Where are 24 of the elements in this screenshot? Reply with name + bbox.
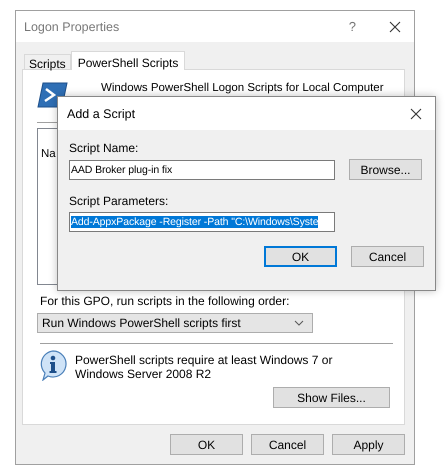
dialog-button[interactable]: Apply (332, 434, 405, 455)
chevron-icon (294, 320, 304, 326)
order-dropdown[interactable]: Run Windows PowerShell scripts first (37, 313, 313, 333)
info-text: PowerShell scripts require at least Windows 7 or Windows Server 2008 R2 (75, 352, 334, 381)
dialog-button[interactable]: OK (170, 434, 243, 455)
tab[interactable]: Scripts (24, 54, 71, 69)
dialog-button[interactable]: OK (264, 246, 337, 267)
input-field[interactable]: Add-AppxPackage -Register -Path "C:\Windows\Syste (69, 212, 335, 232)
input-field[interactable]: AAD Broker plug-in fix (69, 160, 335, 180)
help-button[interactable]: ? (348, 19, 356, 34)
column-header[interactable]: Na (41, 148, 56, 160)
field-label: Script Name: (69, 141, 140, 155)
close-icon[interactable] (389, 20, 401, 32)
dialog-button[interactable]: Cancel (351, 246, 424, 267)
tab[interactable]: PowerShell Scripts (70, 51, 186, 70)
field-label: Script Parameters: (69, 194, 170, 208)
dialog-button[interactable]: Cancel (251, 434, 324, 455)
browse-button[interactable]: Browse... (349, 159, 422, 180)
dialog-title: Add a Script (67, 106, 136, 120)
show-files-button[interactable]: Show Files... (273, 387, 390, 408)
order-label: For this GPO, run scripts in the following order: (40, 294, 290, 308)
window-title: Logon Properties (24, 20, 120, 34)
close-icon[interactable] (410, 108, 422, 120)
panel-heading: Windows PowerShell Logon Scripts for Local Computer (101, 82, 384, 94)
